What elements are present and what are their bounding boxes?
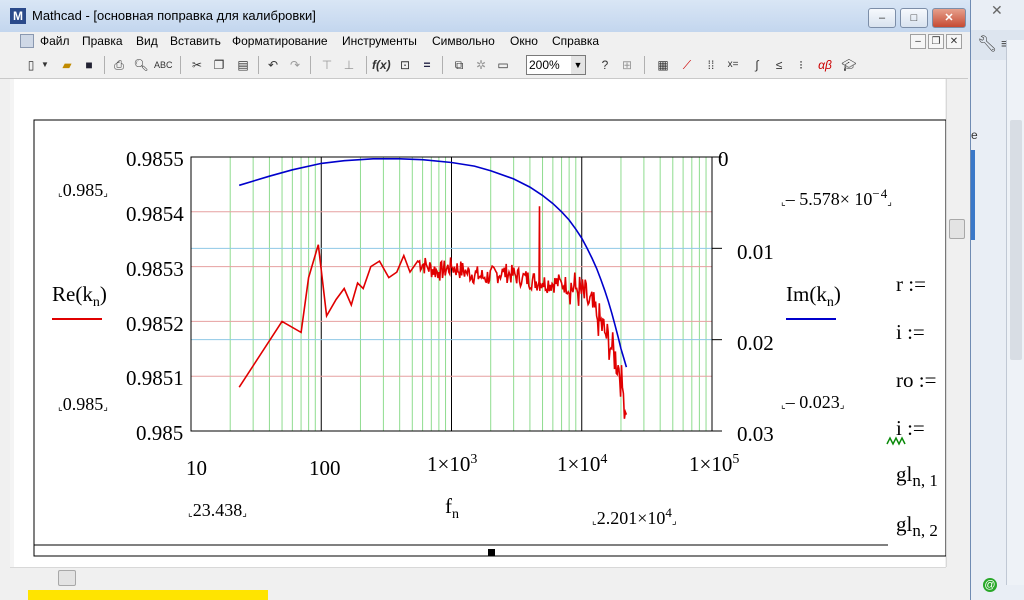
right-tick-label: 0 — [718, 147, 729, 171]
left-tick-label: 0.9851 — [126, 366, 184, 390]
im-kn-trace — [238, 158, 628, 368]
redefinition-warning-icon — [886, 436, 906, 446]
definition-r[interactable]: r := — [896, 272, 926, 297]
left-legend-line — [52, 318, 102, 320]
x-axis-left-limit[interactable]: ⌞23.438⌟ — [188, 500, 247, 521]
plot-grid — [191, 157, 712, 431]
x-tick-label: 10 — [186, 456, 207, 480]
x-tick-label: 1×105 — [689, 452, 740, 476]
wrench-icon: 🔧︎ — [977, 36, 998, 53]
x-tick-label: 100 — [309, 456, 341, 480]
right-legend-line — [786, 318, 836, 320]
right-tick-label: 0.01 — [737, 240, 774, 264]
x-axis-expression[interactable]: fn — [445, 494, 459, 523]
definition-i[interactable]: i := — [896, 320, 925, 345]
right-axis-bottom-limit[interactable]: ⌞– 0.023⌟ — [781, 392, 844, 413]
plot-series — [238, 158, 628, 419]
left-tick-label: 0.9853 — [126, 257, 184, 281]
right-tick-label: 0.03 — [737, 422, 774, 446]
left-tick-label: 0.9854 — [126, 202, 184, 226]
right-axis-expression[interactable]: Im(kn) — [786, 282, 841, 311]
vertical-scrollbar[interactable] — [946, 79, 967, 567]
status-strip — [0, 588, 970, 600]
left-axis-expression[interactable]: Re(kn) — [52, 282, 107, 311]
close-icon: ✕ — [991, 2, 1003, 18]
right-axis-top-limit[interactable]: ⌞– 5.578× 10− 4⌟ — [781, 186, 892, 210]
re-kn-trace — [238, 206, 628, 419]
resize-handle — [488, 549, 495, 556]
horizontal-scrollbar[interactable] — [10, 567, 946, 588]
background-scrollbar — [1006, 40, 1024, 585]
definition-gl-2[interactable]: gln, 2 — [896, 512, 938, 541]
left-tick-label: 0.9852 — [126, 312, 184, 336]
definition-gl-1[interactable]: gln, 1 — [896, 462, 938, 491]
status-ok-icon: @ — [983, 578, 997, 592]
horizontal-scroll-thumb[interactable] — [58, 570, 76, 586]
left-axis-bottom-limit[interactable]: ⌞0.985⌟ — [58, 394, 108, 415]
definition-ro[interactable]: ro := — [896, 368, 936, 393]
left-tick-label: 0.985 — [136, 421, 184, 445]
left-tick-label: 0.9855 — [126, 147, 184, 171]
right-tick-marks — [712, 156, 722, 432]
x-axis-right-limit[interactable]: ⌞2.201×104⌟ — [592, 505, 677, 529]
vertical-scroll-thumb[interactable] — [949, 219, 965, 239]
right-tick-label: 0.02 — [737, 331, 774, 355]
doc-close-button[interactable]: ✕ — [946, 34, 962, 49]
x-tick-label: 1×103 — [427, 452, 478, 476]
left-axis-top-limit[interactable]: ⌞0.985⌟ — [58, 180, 108, 201]
x-tick-label: 1×104 — [557, 452, 608, 476]
